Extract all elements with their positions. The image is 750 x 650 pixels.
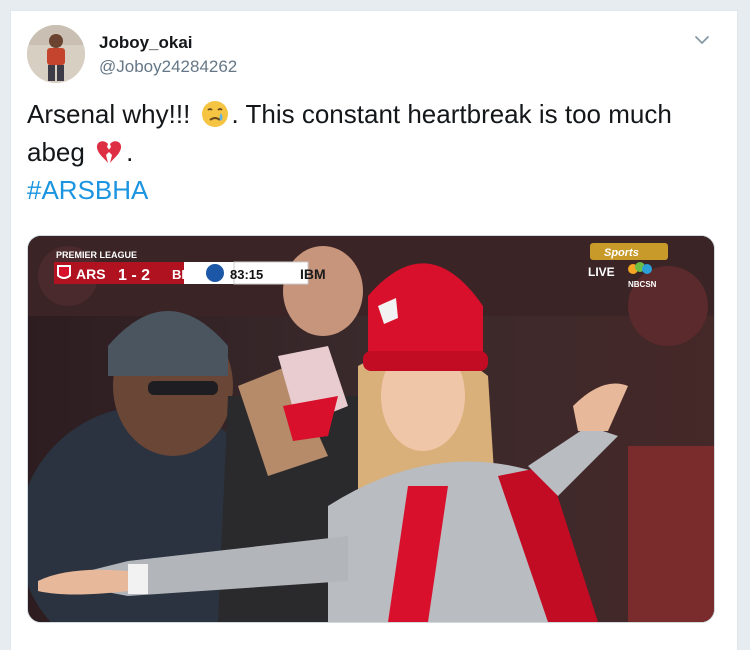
hashtag-link[interactable]: #ARSBHA [27, 175, 148, 205]
score: 1 - 2 [118, 267, 150, 284]
match-clock: 83:15 [230, 267, 263, 282]
sponsor-logo: IBM [300, 266, 326, 282]
chevron-down-icon[interactable] [693, 31, 711, 49]
avatar[interactable] [27, 25, 85, 83]
home-team: ARS [76, 266, 106, 282]
display-name[interactable]: Joboy_okai [99, 33, 193, 53]
user-handle[interactable]: @Joboy24284262 [99, 57, 237, 77]
tweet-text-part: . [126, 137, 134, 167]
crying-face-emoji [201, 101, 228, 127]
live-label: LIVE [588, 265, 615, 279]
tweet-card[interactable]: Joboy_okai @Joboy24284262 Arsenal why!!!… [10, 10, 738, 650]
league-label: PREMIER LEAGUE [56, 250, 137, 260]
network-name: Sports [604, 247, 639, 259]
tweet-media-image[interactable]: PREMIER LEAGUE ARS 1 - 2 BHA 83:15 IBM S… [27, 235, 715, 623]
arsenal-crest-icon [57, 265, 71, 279]
away-team: BHA [172, 267, 201, 282]
brighton-crest-icon [206, 264, 224, 282]
broken-heart-emoji [96, 141, 122, 163]
tweet-text: Arsenal why!!! . This constant heartbrea… [27, 95, 707, 209]
tweet-text-part: Arsenal why!!! [27, 99, 198, 129]
channel-label: NBCSN [628, 280, 657, 289]
